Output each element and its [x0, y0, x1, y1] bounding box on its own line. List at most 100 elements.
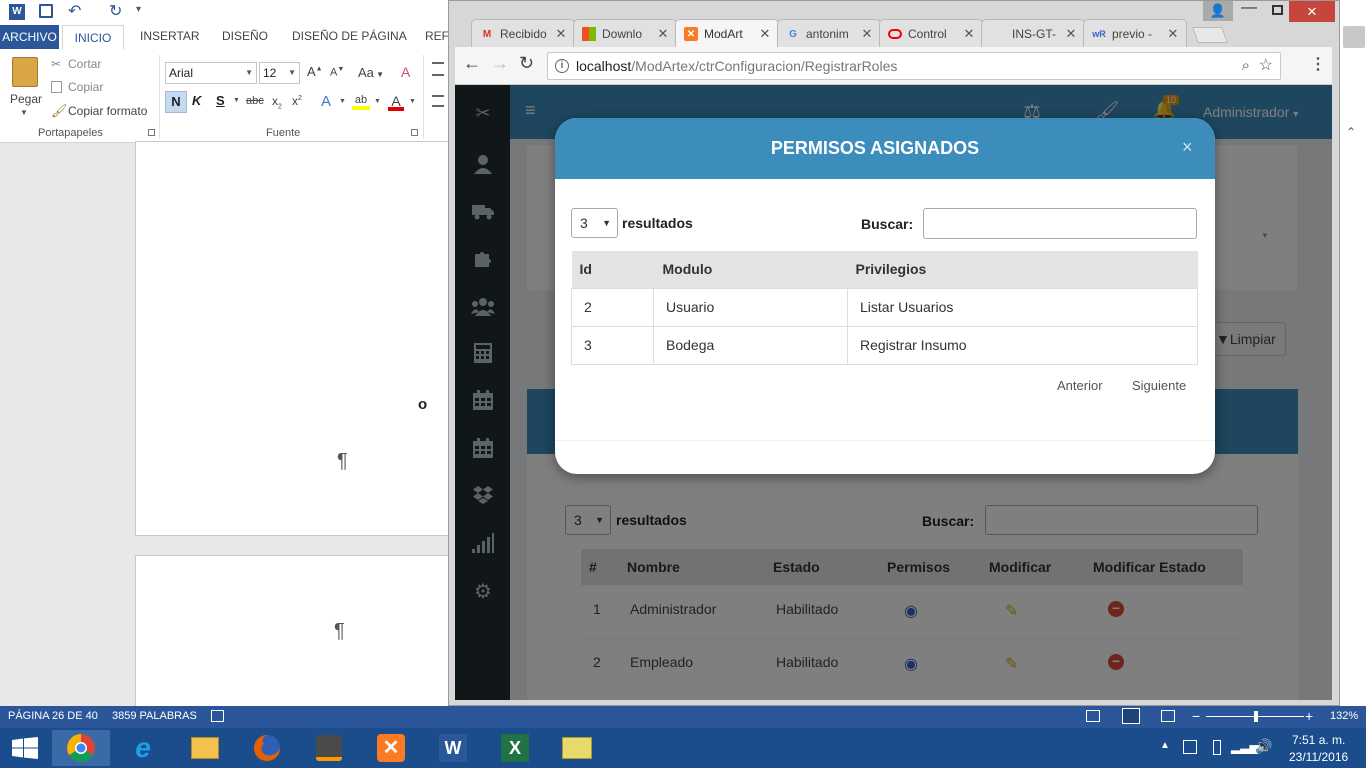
taskbar-xampp[interactable]: ✕ [362, 730, 420, 766]
column-header-module[interactable]: Modulo [653, 251, 848, 288]
save-icon[interactable] [39, 4, 53, 18]
grow-font-icon[interactable]: A▲ [307, 64, 323, 79]
zoom-icon[interactable]: ⌕ [1242, 53, 1250, 79]
taskbar-word[interactable]: W [424, 730, 482, 766]
font-name-select[interactable]: Arial ▼ [165, 62, 257, 84]
clock-time[interactable]: 7:51 a. m. [1292, 733, 1345, 747]
browser-tab[interactable]: Downlo ✕ [573, 19, 677, 48]
undo-icon[interactable]: ↶ [68, 1, 81, 21]
tab-diseno-de-pagina[interactable]: DISEÑO DE PÁGINA [292, 29, 407, 43]
shrink-font-icon[interactable]: A▼ [330, 66, 344, 79]
pagination-previous[interactable]: Anterior [1057, 378, 1103, 393]
close-icon[interactable]: ✕ [860, 26, 874, 42]
print-layout-icon[interactable] [1122, 708, 1140, 724]
browser-tab[interactable]: Control ✕ [879, 19, 983, 48]
zoom-in-icon[interactable]: + [1305, 708, 1313, 724]
word-app-icon[interactable]: W [9, 4, 25, 20]
bold-button[interactable]: N [165, 91, 187, 113]
close-window-button[interactable]: ✕ [1289, 1, 1335, 22]
align-left-icon[interactable] [432, 95, 444, 107]
browser-tab-active[interactable]: ✕ ModArt ✕ [675, 19, 779, 48]
copy-icon[interactable] [51, 81, 62, 93]
close-icon[interactable]: ✕ [758, 26, 772, 42]
text-effects-icon[interactable]: A [321, 93, 331, 110]
profile-icon[interactable]: 👤 [1203, 1, 1233, 21]
change-case-button[interactable]: Aa ▼ [358, 65, 384, 80]
paste-dropdown-icon[interactable]: ▼ [20, 108, 28, 117]
text-effects-dropdown-icon[interactable]: ▼ [339, 98, 346, 105]
paste-button[interactable]: Pegar [10, 92, 42, 106]
volume-icon[interactable]: 🔊 [1255, 738, 1272, 755]
zoom-out-icon[interactable]: − [1192, 708, 1200, 724]
zoom-level[interactable]: 132% [1330, 710, 1358, 722]
proofing-icon[interactable] [211, 710, 224, 722]
zoom-slider-thumb[interactable] [1254, 711, 1258, 722]
taskbar-firefox[interactable] [238, 730, 296, 766]
superscript-icon[interactable]: x2 [292, 94, 302, 108]
column-header-id[interactable]: Id [571, 251, 654, 288]
close-icon[interactable]: ✕ [656, 26, 670, 42]
address-bar[interactable]: i localhost/ModArtex/ctrConfiguracion/Re… [547, 52, 1281, 80]
taskbar-internet-explorer[interactable]: e [114, 730, 172, 766]
document-page[interactable] [135, 555, 455, 725]
highlight-icon[interactable]: ab [352, 94, 370, 110]
underline-dropdown-icon[interactable]: ▼ [233, 97, 240, 104]
quick-access-more-icon[interactable]: ▾ [136, 4, 141, 15]
browser-tab[interactable]: M Recibido ✕ [471, 19, 575, 48]
format-painter-button[interactable]: Copiar formato [68, 104, 147, 118]
close-icon[interactable]: ✕ [1166, 26, 1180, 42]
font-size-select[interactable]: 12 ▼ [259, 62, 300, 84]
browser-tab[interactable]: Gantonim ✕ [777, 19, 881, 48]
document-page[interactable] [135, 141, 455, 536]
tab-diseno[interactable]: DISEÑO [222, 29, 268, 43]
tab-insertar[interactable]: INSERTAR [140, 29, 200, 43]
column-header-privileges[interactable]: Privilegios [847, 251, 1198, 288]
redo-icon[interactable]: ↻ [109, 1, 122, 21]
clear-format-icon[interactable]: A [401, 64, 410, 80]
read-mode-icon[interactable] [1086, 710, 1100, 722]
font-color-icon[interactable]: A [388, 93, 404, 111]
maximize-button[interactable] [1272, 5, 1283, 15]
copy-button[interactable]: Copiar [68, 80, 103, 94]
modal-length-select[interactable]: 3 ▼ [571, 208, 618, 238]
modal-search-input[interactable] [923, 208, 1197, 239]
clipboard-launcher-icon[interactable] [148, 129, 155, 136]
browser-tab[interactable]: INS-GT- ✕ [981, 19, 1085, 48]
taskbar-excel[interactable]: X [486, 730, 544, 766]
underline-button[interactable]: S [216, 93, 225, 108]
show-hidden-icons[interactable]: ▲ [1160, 740, 1170, 751]
collapse-ribbon-icon[interactable]: ⌃ [1346, 125, 1356, 139]
action-center-icon[interactable] [1183, 740, 1197, 754]
cut-icon[interactable]: ✂ [51, 57, 61, 71]
word-user-icon[interactable] [1343, 26, 1365, 48]
taskbar-folder[interactable] [548, 730, 606, 766]
font-launcher-icon[interactable] [411, 129, 418, 136]
taskbar-file-explorer[interactable] [176, 730, 234, 766]
forward-icon[interactable]: → [491, 53, 509, 74]
zoom-slider[interactable] [1206, 711, 1304, 722]
strikethrough-icon[interactable]: abc [246, 95, 264, 107]
bullets-icon[interactable] [432, 62, 444, 76]
windows-start-icon[interactable] [12, 737, 38, 759]
minimize-button[interactable]: — [1241, 0, 1257, 17]
taskbar-sublime[interactable] [300, 730, 358, 766]
browser-tab[interactable]: wR previo - ✕ [1083, 19, 1187, 48]
taskbar-chrome[interactable] [52, 730, 110, 766]
italic-button[interactable]: K [192, 93, 201, 108]
close-icon[interactable]: ✕ [962, 26, 976, 42]
web-layout-icon[interactable] [1161, 710, 1175, 722]
new-tab-button[interactable] [1192, 27, 1228, 43]
subscript-icon[interactable]: x2 [272, 94, 282, 110]
pagination-next[interactable]: Siguiente [1132, 378, 1186, 393]
bookmark-star-icon[interactable]: ☆ [1259, 53, 1273, 79]
reload-icon[interactable]: ↻ [519, 53, 534, 74]
cut-button[interactable]: Cortar [68, 57, 101, 71]
word-count-status[interactable]: 3859 PALABRAS [112, 710, 197, 722]
tab-inicio[interactable]: INICIO [62, 25, 124, 50]
battery-icon[interactable] [1213, 740, 1221, 755]
highlight-dropdown-icon[interactable]: ▼ [374, 98, 381, 105]
close-icon[interactable]: ✕ [554, 26, 568, 42]
back-icon[interactable]: ← [463, 53, 481, 74]
page-count-status[interactable]: PÁGINA 26 DE 40 [8, 710, 98, 722]
tab-archivo[interactable]: ARCHIVO [0, 25, 59, 49]
